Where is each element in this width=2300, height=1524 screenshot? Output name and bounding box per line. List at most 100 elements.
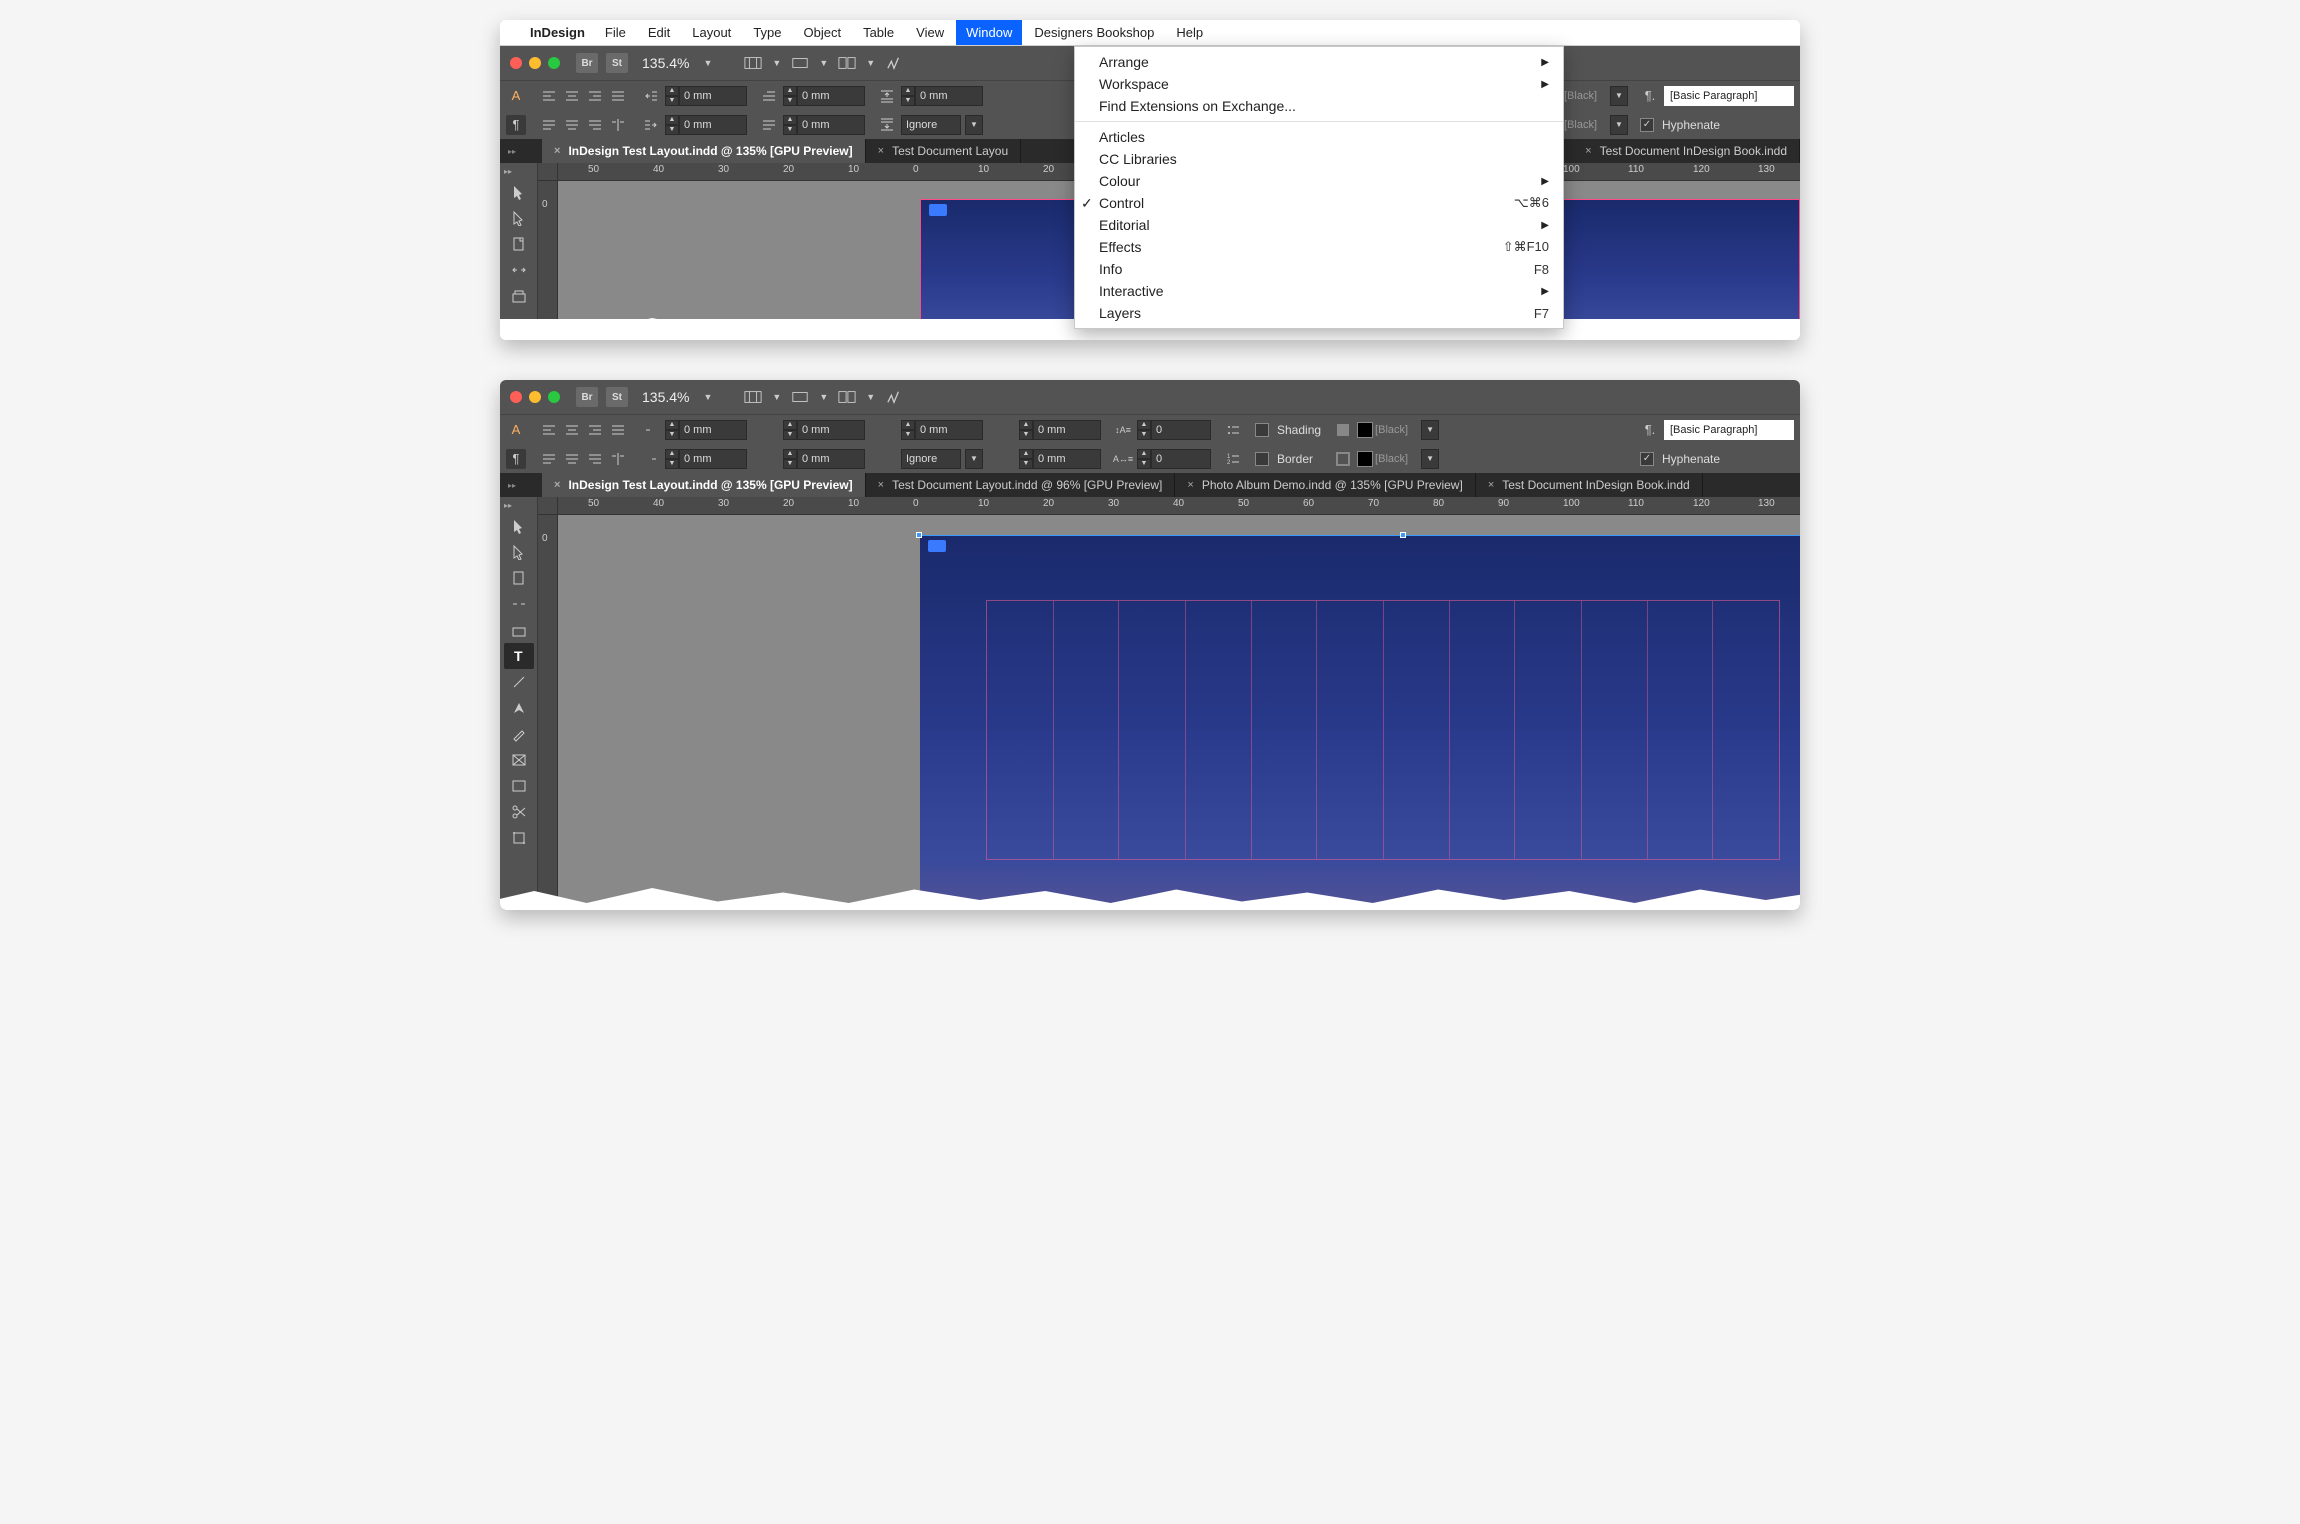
space-same-style-input[interactable]: ▲▼ xyxy=(1019,420,1101,440)
menu-item-interactive[interactable]: Interactive▶ xyxy=(1075,280,1563,302)
link-badge-icon[interactable] xyxy=(929,204,947,216)
space-before-input[interactable]: ▲▼ xyxy=(901,86,983,106)
last-line-indent-input[interactable]: ▲▼ xyxy=(783,449,865,469)
fullscreen-window-button[interactable] xyxy=(548,57,560,69)
menu-view[interactable]: View xyxy=(906,20,954,45)
border-checkbox[interactable] xyxy=(1255,452,1269,466)
close-tab-icon[interactable]: × xyxy=(1585,145,1591,157)
right-indent-input[interactable]: ▲▼ xyxy=(665,449,747,469)
chevron-down-icon[interactable]: ▼ xyxy=(1421,420,1439,440)
zoom-level[interactable]: 135.4% xyxy=(642,389,689,405)
justify-left-icon[interactable] xyxy=(538,115,560,135)
menu-file[interactable]: File xyxy=(595,20,636,45)
menu-type[interactable]: Type xyxy=(743,20,791,45)
close-window-button[interactable] xyxy=(510,57,522,69)
menu-window[interactable]: Window xyxy=(956,20,1022,45)
link-badge-icon[interactable] xyxy=(928,540,946,552)
last-line-indent-input[interactable]: ▲▼ xyxy=(783,115,865,135)
character-mode-icon[interactable]: A xyxy=(506,86,526,106)
document-tab[interactable]: ×Test Document Layout.indd @ 96% [GPU Pr… xyxy=(866,473,1176,497)
type-tool[interactable]: T xyxy=(504,643,534,669)
menu-item-arrange[interactable]: Arrange▶ xyxy=(1075,51,1563,73)
screen-mode-icon[interactable] xyxy=(789,53,811,73)
justify-center-icon[interactable] xyxy=(561,449,583,469)
first-line-indent-input[interactable]: ▲▼ xyxy=(783,420,865,440)
left-indent-input[interactable]: ▲▼ xyxy=(665,86,747,106)
page-frame[interactable] xyxy=(920,535,1800,910)
align-center-icon[interactable] xyxy=(561,420,583,440)
character-mode-icon[interactable]: A xyxy=(506,420,526,440)
align-away-spine-icon[interactable] xyxy=(607,115,629,135)
justify-right-icon[interactable] xyxy=(584,115,606,135)
vertical-ruler[interactable]: 0 xyxy=(538,515,558,910)
vertical-ruler[interactable]: 0 xyxy=(538,181,558,319)
menu-table[interactable]: Table xyxy=(853,20,904,45)
app-name[interactable]: InDesign xyxy=(522,25,593,40)
menu-item-cc-libraries[interactable]: CC Libraries xyxy=(1075,148,1563,170)
line-tool[interactable] xyxy=(504,669,534,695)
document-tab[interactable]: ×InDesign Test Layout.indd @ 135% [GPU P… xyxy=(542,473,866,497)
menu-edit[interactable]: Edit xyxy=(638,20,680,45)
content-collector-tool[interactable] xyxy=(504,617,534,643)
document-tab[interactable]: ×Test Document Layou xyxy=(866,139,1022,163)
minimize-window-button[interactable] xyxy=(529,391,541,403)
justify-center-icon[interactable] xyxy=(561,115,583,135)
numbered-list-icon[interactable]: 12 xyxy=(1223,449,1243,469)
align-center-icon[interactable] xyxy=(561,86,583,106)
pen-tool[interactable] xyxy=(504,695,534,721)
gap-tool[interactable] xyxy=(504,257,534,283)
hyphenate-checkbox[interactable]: ✓ xyxy=(1640,118,1654,132)
hyphenate-checkbox[interactable]: ✓ xyxy=(1640,452,1654,466)
selection-tool[interactable] xyxy=(504,179,534,205)
document-tab[interactable]: ×InDesign Test Layout.indd @ 135% [GPU P… xyxy=(542,139,866,163)
bullets-icon[interactable] xyxy=(1223,420,1243,440)
chevron-down-icon[interactable]: ▼ xyxy=(1421,449,1439,469)
ruler-origin[interactable] xyxy=(538,163,558,180)
content-collector-tool[interactable] xyxy=(504,283,534,309)
paragraph-style-select[interactable]: [Basic Paragraph] xyxy=(1664,86,1794,106)
rectangle-tool[interactable] xyxy=(504,773,534,799)
gpu-performance-icon[interactable] xyxy=(883,53,905,73)
zoom-dropdown-icon[interactable]: ▼ xyxy=(703,392,712,402)
page-tool[interactable] xyxy=(504,231,534,257)
chevron-down-icon[interactable]: ▼ xyxy=(772,392,781,402)
swatch-selector[interactable]: [Black] xyxy=(1564,119,1606,131)
shading-checkbox[interactable] xyxy=(1255,423,1269,437)
close-tab-icon[interactable]: × xyxy=(554,479,560,491)
align-left-icon[interactable] xyxy=(538,86,560,106)
align-right-icon[interactable] xyxy=(584,86,606,106)
bridge-button[interactable]: Br xyxy=(576,387,598,407)
tabstrip-handle-icon[interactable]: ▸▸ xyxy=(508,147,516,156)
chevron-down-icon[interactable]: ▼ xyxy=(819,392,828,402)
minimize-window-button[interactable] xyxy=(529,57,541,69)
chevron-down-icon[interactable]: ▼ xyxy=(866,58,875,68)
selection-handle[interactable] xyxy=(1400,532,1406,538)
direct-selection-tool[interactable] xyxy=(504,205,534,231)
menu-item-effects[interactable]: Effects⇧⌘F10 xyxy=(1075,236,1563,258)
right-indent-input[interactable]: ▲▼ xyxy=(665,115,747,135)
chevron-down-icon[interactable]: ▼ xyxy=(866,392,875,402)
menu-designers-bookshop[interactable]: Designers Bookshop xyxy=(1024,20,1164,45)
arrange-documents-icon[interactable] xyxy=(836,53,858,73)
menu-layout[interactable]: Layout xyxy=(682,20,741,45)
zoom-dropdown-icon[interactable]: ▼ xyxy=(703,58,712,68)
view-options-icon[interactable] xyxy=(742,53,764,73)
bridge-button[interactable]: Br xyxy=(576,53,598,73)
free-transform-tool[interactable] xyxy=(504,825,534,851)
scissors-tool[interactable] xyxy=(504,799,534,825)
menu-help[interactable]: Help xyxy=(1166,20,1213,45)
justify-right-icon[interactable] xyxy=(584,449,606,469)
stock-button[interactable]: St xyxy=(606,53,628,73)
chevron-down-icon[interactable]: ▼ xyxy=(819,58,828,68)
arrange-documents-icon[interactable] xyxy=(836,387,858,407)
chevron-down-icon[interactable]: ▼ xyxy=(1610,86,1628,106)
document-tab[interactable]: ×Test Document InDesign Book.indd xyxy=(1573,139,1800,163)
rectangle-frame-tool[interactable] xyxy=(504,747,534,773)
align-away-spine-icon[interactable] xyxy=(607,449,629,469)
menu-object[interactable]: Object xyxy=(794,20,852,45)
pencil-tool[interactable] xyxy=(504,721,534,747)
baseline-grid-select[interactable]: Ignore xyxy=(901,449,961,469)
close-tab-icon[interactable]: × xyxy=(878,145,884,157)
justify-left-icon[interactable] xyxy=(538,449,560,469)
shading-swatch[interactable]: [Black] xyxy=(1357,422,1417,438)
